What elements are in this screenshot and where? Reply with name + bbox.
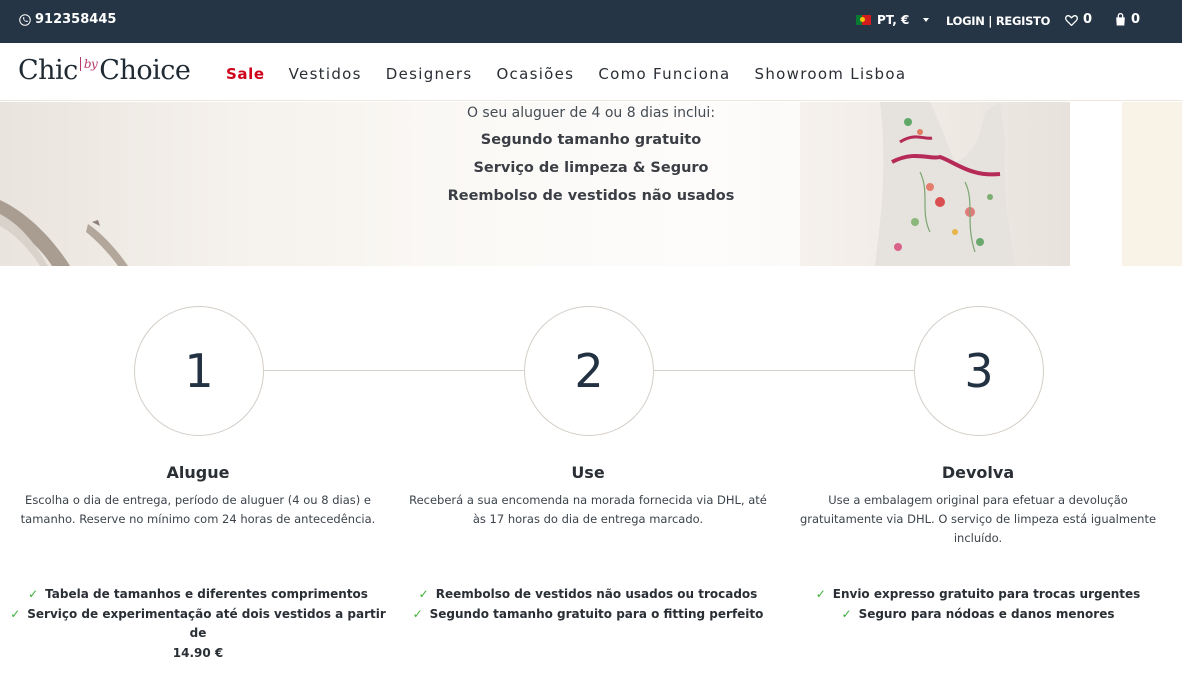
nav-item-designers[interactable]: Designers [386, 65, 473, 83]
checklist-item: ✓ Tabela de tamanhos e diferentes comprim… [8, 585, 388, 605]
model-dress-photo [780, 102, 1070, 266]
check-icon: ✓ [10, 606, 21, 621]
content-top-band [6, 266, 1172, 306]
checklist-item: ✓ Serviço de experimentação até dois vest… [8, 605, 388, 644]
hero-banner: O seu aluguer de 4 ou 8 dias inclui: Seg… [0, 102, 1182, 266]
wishlist-button[interactable]: 0 [1065, 12, 1092, 27]
check-icon: ✓ [412, 606, 423, 621]
site-logo[interactable]: Chic by Choice [18, 55, 191, 86]
step-description-line: tamanho. Reserve no mínimo com 24 horas … [20, 512, 376, 526]
nav-item-vestidos[interactable]: Vestidos [289, 65, 362, 83]
step-connector-1 [264, 370, 525, 371]
cart-button[interactable]: 0 [1115, 12, 1140, 27]
phone-link[interactable]: 912358445 [19, 12, 116, 27]
step-title-1: Alugue [166, 463, 230, 482]
nav-item-ocasioes[interactable]: Ocasiões [496, 65, 574, 83]
logo-choice: Choice [99, 55, 191, 86]
checklist-item-text: Serviço de experimentação até dois vesti… [27, 606, 386, 641]
check-icon: ✓ [815, 587, 826, 601]
checklist-item-continuation: 14.90 € [172, 645, 224, 660]
locale-currency-selector[interactable]: PT, € [856, 13, 930, 27]
checklist-item-text: Envio expresso gratuito para trocas urge… [832, 587, 1141, 601]
phone-number: 912358445 [35, 12, 117, 27]
portugal-flag-icon [856, 15, 871, 25]
main-navigation: Chic by Choice Sale Vestidos Designers O… [0, 43, 1182, 101]
check-icon: ✓ [28, 587, 39, 601]
checklist-item: ✓ Seguro para nódoas e danos menores [788, 605, 1168, 625]
logo-chic: Chic [18, 55, 78, 86]
hero-benefit-1: Segundo tamanho gratuito [480, 132, 702, 148]
step-connector-2 [654, 370, 915, 371]
step-checklist-1: ✓ Tabela de tamanhos e diferentes comprim… [8, 585, 388, 663]
driftwood-illustration [0, 200, 128, 266]
nav-menu: Sale Vestidos Designers Ocasiões Como Fu… [226, 65, 930, 83]
caret-down-icon [923, 18, 930, 22]
logo-by: by [79, 57, 98, 71]
step-description-line: gratuitamente via DHL. O serviço de limp… [799, 512, 1157, 526]
step-circle-2: 2 [524, 306, 654, 436]
step-description-2: Receberá a sua encomenda na morada forne… [408, 491, 768, 529]
heart-icon [1065, 14, 1078, 26]
floral-dress-image [780, 102, 1015, 266]
wishlist-count: 0 [1083, 12, 1093, 27]
checklist-item: ✓ Segundo tamanho gratuito para o fitting… [398, 605, 778, 625]
step-description-line: Escolha o dia de entrega, período de alu… [25, 493, 371, 507]
hero-benefit-2: Serviço de limpeza & Seguro [473, 160, 709, 176]
login-register-link[interactable]: LOGIN | REGISTO [946, 14, 1050, 28]
step-title-3: Devolva [941, 463, 1015, 482]
checklist-item-text: Tabela de tamanhos e diferentes comprime… [45, 587, 368, 601]
checklist-item-text: Seguro para nódoas e danos menores [858, 606, 1115, 621]
nav-item-como-funciona[interactable]: Como Funciona [598, 65, 730, 83]
checklist-item: ✓ Envio expresso gratuito para trocas urg… [788, 585, 1168, 605]
step-description-line: às 17 horas do dia de entrega marcado. [472, 512, 704, 526]
step-checklist-3: ✓ Envio expresso gratuito para trocas urg… [788, 585, 1168, 624]
checklist-item-text: Segundo tamanho gratuito para o fitting … [429, 606, 764, 621]
hero-right-gap [1070, 102, 1122, 266]
step-checklist-2: ✓ Reembolso de vestidos não usados ou tro… [398, 585, 778, 624]
hero-intro-text: O seu aluguer de 4 ou 8 dias inclui: [466, 105, 716, 121]
step-circle-3: 3 [914, 306, 1044, 436]
step-description-line: incluído. [953, 531, 1003, 545]
step-title-2: Use [571, 463, 605, 482]
nav-item-sale[interactable]: Sale [226, 65, 265, 83]
cart-count: 0 [1131, 12, 1141, 27]
step-description-3: Use a embalagem original para efetuar a … [798, 491, 1158, 548]
hero-right-panel [1122, 102, 1182, 266]
hero-benefit-3: Reembolso de vestidos não usados [447, 188, 735, 204]
step-circle-1: 1 [134, 306, 264, 436]
check-icon: ✓ [841, 606, 852, 621]
locale-label: PT, € [877, 13, 910, 27]
checklist-item-text: Reembolso de vestidos não usados ou troc… [435, 587, 758, 601]
checklist-item: ✓ Reembolso de vestidos não usados ou tro… [398, 585, 778, 605]
step-description-line: Receberá a sua encomenda na morada forne… [409, 493, 767, 507]
top-bar: 912358445 PT, € LOGIN | REGISTO 0 0 [0, 0, 1182, 43]
step-description-line: Use a embalagem original para efetuar a … [828, 493, 1128, 507]
check-icon: ✓ [418, 587, 429, 601]
nav-item-showroom-lisboa[interactable]: Showroom Lisboa [755, 65, 907, 83]
step-description-1: Escolha o dia de entrega, período de alu… [18, 491, 378, 529]
shopping-bag-icon [1116, 13, 1125, 26]
phone-icon [19, 13, 31, 26]
